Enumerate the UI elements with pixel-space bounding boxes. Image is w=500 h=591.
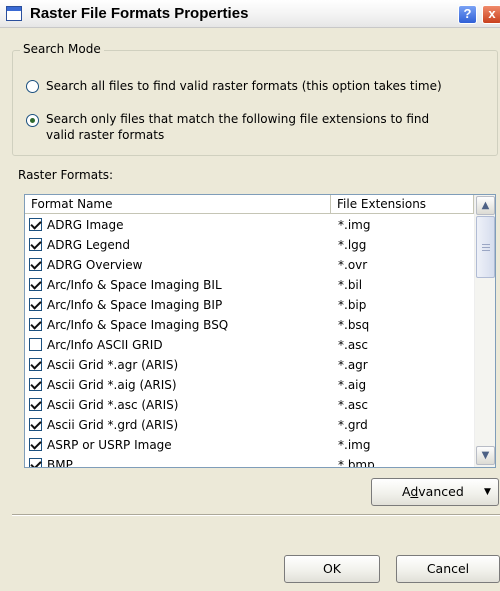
format-name-cell: Ascii Grid *.asc (ARIS) [47, 398, 179, 412]
window-title: Raster File Formats Properties [30, 5, 249, 22]
radio-search-extensions-label-line2[interactable]: valid raster formats [46, 128, 164, 142]
format-name-cell: BMP [47, 458, 73, 467]
file-extension-cell: *.bil [338, 278, 363, 292]
advanced-label-rest: vanced [418, 484, 464, 499]
file-extension-cell: *.grd [338, 418, 368, 432]
radio-search-all-label[interactable]: Search all files to find valid raster fo… [46, 79, 442, 93]
format-name-cell: Arc/Info & Space Imaging BSQ [47, 318, 229, 332]
table-row[interactable]: Arc/Info ASCII GRID *.asc [25, 335, 474, 355]
format-checkbox[interactable] [29, 398, 42, 411]
list-rows: ADRG Image *.img ADRG Legend *.lgg ADRG Over… [25, 215, 474, 467]
format-checkbox[interactable] [29, 258, 42, 271]
format-checkbox[interactable] [29, 418, 42, 431]
format-checkbox[interactable] [29, 438, 42, 451]
file-extension-cell: *.asc [338, 398, 369, 412]
file-extension-cell: *.asc [338, 338, 369, 352]
help-button[interactable]: ? [458, 5, 477, 24]
divider [12, 514, 500, 516]
title-bar[interactable]: Raster File Formats Properties ? x [0, 0, 500, 28]
dropdown-arrow-icon: ▼ [484, 487, 491, 497]
close-button[interactable]: x [482, 5, 500, 24]
format-name-cell: Ascii Grid *.agr (ARIS) [47, 358, 179, 372]
table-row[interactable]: Arc/Info & Space Imaging BSQ *.bsq [25, 315, 474, 335]
vertical-scrollbar[interactable]: ▲ ▼ [474, 195, 495, 467]
table-row[interactable]: ASRP or USRP Image *.img [25, 435, 474, 455]
table-row[interactable]: Ascii Grid *.agr (ARIS) *.agr [25, 355, 474, 375]
ok-button[interactable]: OK [284, 555, 380, 583]
format-name-cell: ASRP or USRP Image [47, 438, 172, 452]
table-row[interactable]: BMP *.bmp [25, 455, 474, 467]
format-checkbox[interactable] [29, 358, 42, 371]
table-row[interactable]: Arc/Info & Space Imaging BIL *.bil [25, 275, 474, 295]
format-checkbox[interactable] [29, 458, 42, 467]
format-checkbox[interactable] [29, 298, 42, 311]
file-extension-cell: *.bsq [338, 318, 370, 332]
format-name-cell: ADRG Overview [47, 258, 143, 272]
scroll-up-icon[interactable]: ▲ [476, 196, 495, 215]
format-checkbox[interactable] [29, 218, 42, 231]
file-extension-cell: *.ovr [338, 258, 368, 272]
file-extension-cell: *.lgg [338, 238, 367, 252]
file-extension-cell: *.bmp [338, 458, 375, 467]
format-name-cell: Ascii Grid *.grd (ARIS) [47, 418, 179, 432]
grip-icon [482, 244, 490, 251]
format-name-cell: Arc/Info ASCII GRID [47, 338, 163, 352]
list-header: Format Name File Extensions [25, 195, 474, 214]
window-icon [6, 6, 22, 21]
format-checkbox[interactable] [29, 238, 42, 251]
format-checkbox[interactable] [29, 318, 42, 331]
file-extension-cell: *.agr [338, 358, 368, 372]
advanced-button[interactable]: Advanced ▼ [371, 478, 499, 506]
file-extension-cell: *.img [338, 218, 371, 232]
search-mode-legend: Search Mode [20, 42, 104, 56]
column-header-file-extensions[interactable]: File Extensions [331, 195, 474, 214]
raster-formats-list[interactable]: Format Name File Extensions ADRG Image *.… [24, 194, 496, 468]
format-checkbox[interactable] [29, 378, 42, 391]
table-row[interactable]: Ascii Grid *.aig (ARIS) *.aig [25, 375, 474, 395]
advanced-button-label: Advanced [402, 479, 464, 505]
format-name-cell: Ascii Grid *.aig (ARIS) [47, 378, 177, 392]
radio-search-extensions[interactable] [26, 114, 39, 127]
format-checkbox[interactable] [29, 338, 42, 351]
format-name-cell: ADRG Legend [47, 238, 130, 252]
file-extension-cell: *.bip [338, 298, 367, 312]
format-checkbox[interactable] [29, 278, 42, 291]
cancel-button[interactable]: Cancel [396, 555, 500, 583]
column-header-format-name[interactable]: Format Name [25, 195, 331, 214]
format-name-cell: Arc/Info & Space Imaging BIL [47, 278, 222, 292]
scroll-thumb[interactable] [476, 216, 495, 278]
table-row[interactable]: Ascii Grid *.grd (ARIS) *.grd [25, 415, 474, 435]
table-row[interactable]: ADRG Image *.img [25, 215, 474, 235]
scroll-down-icon[interactable]: ▼ [476, 446, 495, 465]
file-extension-cell: *.aig [338, 378, 367, 392]
table-row[interactable]: Arc/Info & Space Imaging BIP *.bip [25, 295, 474, 315]
format-name-cell: ADRG Image [47, 218, 124, 232]
radio-search-extensions-label-line1[interactable]: Search only files that match the followi… [46, 112, 429, 126]
table-row[interactable]: Ascii Grid *.asc (ARIS) *.asc [25, 395, 474, 415]
table-row[interactable]: ADRG Legend *.lgg [25, 235, 474, 255]
format-name-cell: Arc/Info & Space Imaging BIP [47, 298, 223, 312]
file-extension-cell: *.img [338, 438, 371, 452]
table-row[interactable]: ADRG Overview *.ovr [25, 255, 474, 275]
raster-formats-label: Raster Formats: [18, 168, 114, 182]
radio-search-all[interactable] [26, 80, 39, 93]
